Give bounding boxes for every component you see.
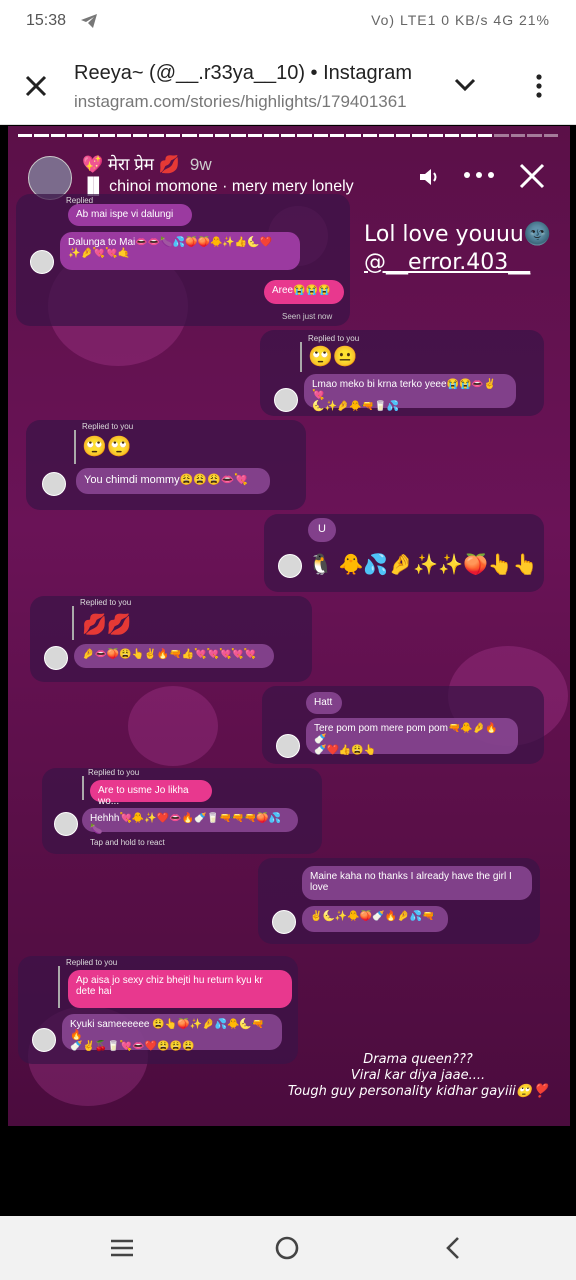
caption-line: Viral kar diya jaae....: [350, 1068, 486, 1083]
reply-bar: [58, 966, 60, 1008]
message-bubble: Are to usme Jo likha wo...: [90, 780, 212, 807]
message-text: Lmao meko bi krna terko yeee😭😭👄✌️💘: [312, 379, 497, 401]
message-bubble: Kyuki sameeeeee 😩👆🍑✨🤌💦🐥🌜🔫🔥 🍼✌️🍒🥛💘👄❤️😩😩😩: [62, 1014, 282, 1052]
music-label: chinoi momone · mery mery lonely: [109, 178, 354, 195]
replied-label: Replied to you: [80, 598, 132, 607]
caption-line: Drama queen???: [363, 1052, 473, 1067]
chat-screenshot: Hatt Tere pom pom mere pom pom🔫🐥🤌🔥🍼 🍼❤️👍😩…: [262, 686, 544, 764]
message-text: 🌜✨🤌🐥🔫🥛💦: [312, 401, 400, 412]
reply-bar: [72, 606, 74, 640]
status-bar: 15:38 Vo) LTE1 0 KB/s 4G 21%: [0, 0, 576, 44]
chat-screenshot: Maine kaha no thanks I already have the …: [258, 858, 540, 944]
close-icon[interactable]: [22, 72, 50, 100]
close-icon[interactable]: [518, 162, 546, 190]
message-bubble: You chimdi mommy😩😩😩👄💘: [76, 468, 270, 494]
sender-avatar: [42, 472, 66, 496]
reply-bar: [82, 776, 84, 800]
react-hint: Tap and hold to react: [90, 838, 165, 847]
sender-avatar: [32, 1028, 56, 1052]
message-bubble: Tere pom pom mere pom pom🔫🐥🤌🔥🍼 🍼❤️👍😩👆: [306, 718, 518, 756]
message-text: 🍼✌️🍒🥛💘👄❤️😩😩😩: [70, 1041, 195, 1052]
home-icon[interactable]: [275, 1236, 299, 1260]
message-bubble: 🤌👄🍑😩👆✌️🔥🔫👍💘💘💘💘💘: [74, 644, 274, 668]
replied-label: Replied to you: [66, 958, 118, 967]
message-bubble: ✌️🌜✨🐥🍑🍼🔥🤌💦🔫: [302, 906, 448, 932]
message-text: Dalunga to Mai👄👄🍆💦🍑🍑🐥✨👍🌜❤️: [68, 237, 273, 248]
message-bubble: U: [308, 518, 336, 542]
message-bubble: Ap aisa jo sexy chiz bhejti hu return ky…: [68, 970, 292, 1008]
sender-avatar: [278, 554, 302, 578]
caption-line: Tough guy personality kidhar gayiii🙄❣️: [287, 1084, 549, 1099]
sender-avatar: [44, 646, 68, 670]
replied-label: Replied to you: [88, 768, 140, 777]
reply-bar: [74, 430, 76, 464]
browser-toolbar: Reeya~ (@__.r33ya__10) • Instagram insta…: [0, 44, 576, 125]
status-indicators: Vo) LTE1 0 KB/s 4G 21%: [371, 12, 550, 28]
sender-avatar: [274, 388, 298, 412]
story-viewer[interactable]: 💖 मेरा प्रेम 💋 9w ▐▌ chinoi momone · mery…: [8, 126, 570, 1126]
message-bubble: Aree😭😭😭: [264, 280, 344, 304]
message-text: Kyuki sameeeeee 😩👆🍑✨🤌💦🐥🌜🔫🔥: [70, 1019, 265, 1041]
chat-screenshot: U 🐧 🐥💦🤌✨✨🍑👆👆: [264, 514, 544, 592]
sender-avatar: [30, 250, 54, 274]
reply-emoji: 🙄🙄: [82, 436, 132, 458]
more-vert-icon[interactable]: [536, 74, 542, 98]
page-title: Reeya~ (@__.r33ya__10) • Instagram: [74, 62, 413, 84]
story-progress: [18, 134, 558, 137]
story-name: 💖 मेरा प्रेम 💋: [82, 155, 180, 174]
volume-icon[interactable]: [418, 166, 442, 188]
sender-avatar: [272, 910, 296, 934]
music-icon: ▐▌: [82, 178, 110, 195]
story-title[interactable]: 💖 मेरा प्रेम 💋 9w: [82, 152, 212, 175]
more-horiz-icon[interactable]: [464, 172, 494, 178]
overlay-text: Lol love youuu🌚: [364, 222, 552, 247]
chat-screenshot: Replied to you Ap aisa jo sexy chiz bhej…: [18, 956, 298, 1064]
message-bubble: Dalunga to Mai👄👄🍆💦🍑🍑🐥✨👍🌜❤️ ✨🤌💘💘🤙: [60, 232, 300, 270]
replied-label: Replied to you: [82, 422, 134, 431]
chat-screenshot: Replied to you 💋💋 🤌👄🍑😩👆✌️🔥🔫👍💘💘💘💘💘: [30, 596, 312, 682]
page-url[interactable]: instagram.com/stories/highlights/1794013…: [74, 92, 430, 112]
chevron-down-icon[interactable]: [454, 78, 476, 92]
back-icon[interactable]: [442, 1236, 464, 1260]
message-bubble: Hatt: [306, 692, 342, 714]
message-text: ✨🤌💘💘🤙: [68, 248, 131, 259]
recents-icon[interactable]: [110, 1238, 134, 1258]
chat-screenshot: Replied to you 🙄🙄 You chimdi mommy😩😩😩👄💘: [26, 420, 306, 510]
overlay-handle: @__error.403__: [364, 250, 531, 275]
message-bubble: Lmao meko bi krna terko yeee😭😭👄✌️💘 🌜✨🤌🐥🔫🥛…: [304, 374, 516, 412]
story-age: 9w: [189, 155, 212, 174]
seen-label: Seen just now: [282, 312, 333, 321]
message-bubble: Ab mai ispe vi dalungi: [68, 204, 192, 226]
message-text: Tere pom pom mere pom pom🔫🐥🤌🔥🍼: [314, 723, 498, 745]
replied-label: Replied to you: [308, 334, 360, 343]
sender-avatar: [54, 812, 78, 836]
chat-screenshot: Replied Ab mai ispe vi dalungi Dalunga t…: [16, 194, 350, 326]
reply-bar: [300, 342, 302, 372]
emoji-message: 🐧 🐥💦🤌✨✨🍑👆👆: [308, 554, 538, 576]
reply-emoji: 💋💋: [82, 614, 132, 636]
chat-screenshot: Replied to you 🙄😐 Lmao meko bi krna terk…: [260, 330, 544, 416]
message-text: 🍼❤️👍😩👆: [314, 745, 377, 756]
sender-avatar: [276, 734, 300, 758]
decor-blob: [128, 686, 218, 766]
telegram-icon: [81, 14, 97, 28]
status-time: 15:38: [26, 12, 67, 29]
reply-emoji: 🙄😐: [308, 346, 358, 368]
message-bubble: Hehhh💘🐥✨❤️👄🔥🍼🥛🔫🔫🔫🍑💦🍆: [82, 808, 298, 835]
chat-screenshot: Replied to you Are to usme Jo likha wo..…: [42, 768, 322, 854]
story-caption: Drama queen??? Viral kar diya jaae.... T…: [268, 1052, 568, 1100]
message-bubble: Maine kaha no thanks I already have the …: [302, 866, 532, 900]
